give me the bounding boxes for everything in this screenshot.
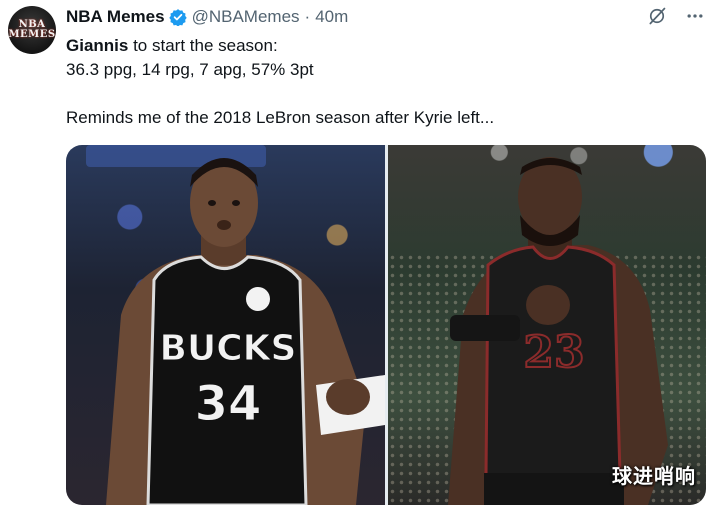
tweet-media[interactable]: BUCKS 34 23 球进哨响 — [66, 145, 706, 505]
avatar-logo-text: NBA MEMES — [8, 19, 56, 40]
tweet-header: NBA Memes @NBAMemes · 40m — [66, 6, 348, 28]
player-illustration-left: BUCKS 34 — [86, 145, 385, 505]
player-illustration-right: 23 — [447, 157, 668, 505]
tweet-text: Giannis to start the season: 36.3 ppg, 1… — [66, 34, 706, 130]
verified-badge-icon — [168, 8, 187, 26]
tweet-line-1-rest: to start the season: — [128, 36, 278, 55]
avatar[interactable]: NBA MEMES — [8, 6, 56, 54]
jersey-text-left: BUCKS — [160, 328, 297, 369]
media-photo-right[interactable]: 23 球进哨响 — [387, 145, 706, 505]
handle[interactable]: @NBAMemes — [192, 7, 300, 27]
grok-slash-icon[interactable] — [646, 5, 668, 27]
watermark-text: 球进哨响 — [612, 464, 696, 488]
media-photo-left[interactable]: BUCKS 34 — [66, 145, 385, 505]
tweet-line-1: Giannis to start the season: — [66, 34, 706, 58]
tweet-line-2: 36.3 ppg, 14 rpg, 7 apg, 57% 3pt — [66, 60, 314, 79]
separator-dot: · — [304, 7, 311, 26]
tweet-line-3: Reminds me of the 2018 LeBron season aft… — [66, 108, 495, 127]
display-name[interactable]: NBA Memes — [66, 7, 165, 27]
more-dots-icon[interactable] — [684, 5, 706, 27]
tweet-bold-name: Giannis — [66, 36, 129, 55]
jersey-number-left: 34 — [195, 376, 262, 432]
timestamp[interactable]: 40m — [315, 7, 348, 27]
jersey-number-right: 23 — [523, 327, 584, 378]
tweet-top-actions — [646, 5, 706, 27]
